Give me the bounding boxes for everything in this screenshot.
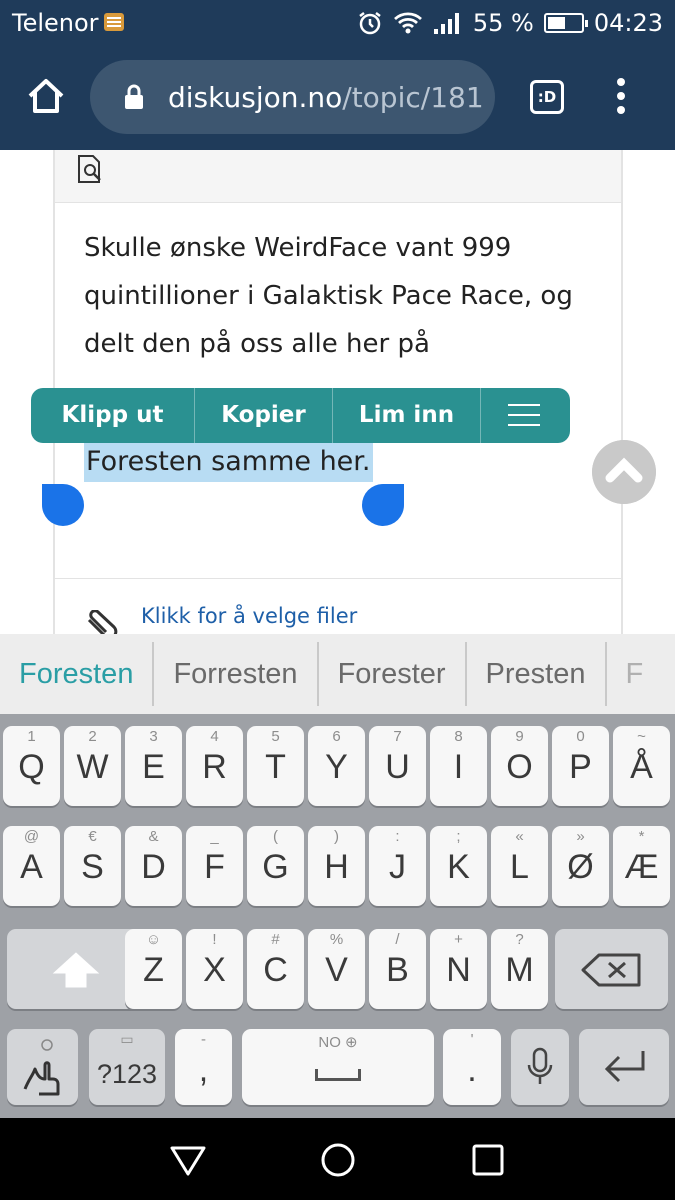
key-h[interactable]: ) H xyxy=(308,826,365,906)
preview-icon[interactable] xyxy=(77,154,103,184)
selection-handle-end[interactable] xyxy=(362,484,404,526)
space-key[interactable]: NO ⊕ xyxy=(242,1029,434,1105)
suggestion-item[interactable]: Forresten xyxy=(154,642,319,706)
key-z[interactable]: ☺ Z xyxy=(125,929,182,1009)
cut-button[interactable]: Klipp ut xyxy=(31,388,195,443)
signal-icon xyxy=(433,13,459,34)
lock-icon xyxy=(125,84,143,109)
browser-toolbar: diskusjon.no/topic/181 :D xyxy=(0,46,675,150)
key-a[interactable]: @ A xyxy=(3,826,60,906)
key-æ[interactable]: * Æ xyxy=(613,826,670,906)
suggestion-item[interactable]: Foresten xyxy=(0,642,155,706)
url-text: diskusjon.no/topic/181 xyxy=(168,81,486,114)
key-p[interactable]: 0P xyxy=(552,726,609,806)
key-e[interactable]: 3E xyxy=(125,726,182,806)
key-x[interactable]: ! X xyxy=(186,929,243,1009)
key-f[interactable]: _ F xyxy=(186,826,243,906)
editor-toolbar xyxy=(55,150,621,203)
keyboard-indicator-icon xyxy=(104,13,124,31)
scroll-top-icon[interactable] xyxy=(592,440,656,504)
wifi-icon xyxy=(393,12,422,34)
backspace-icon[interactable] xyxy=(555,929,668,1009)
status-bar: Telenor 55 % 04:23 xyxy=(0,0,675,46)
address-bar[interactable]: diskusjon.no/topic/181 xyxy=(90,60,495,134)
home-circle-icon[interactable] xyxy=(318,1140,358,1180)
home-icon[interactable] xyxy=(26,76,66,116)
paperclip-icon xyxy=(87,610,118,634)
suggestion-bar: Foresten Forresten Forester Presten F xyxy=(0,634,675,714)
key-u[interactable]: 7U xyxy=(369,726,426,806)
text-selection-menu: Klipp ut Kopier Lim inn xyxy=(31,388,570,443)
key-j[interactable]: :J xyxy=(369,826,426,906)
key-å[interactable]: ~ Å xyxy=(613,726,670,806)
choose-files-link[interactable]: Klikk for å velge filer xyxy=(141,604,357,628)
suggestion-item[interactable]: F xyxy=(607,642,663,706)
key-d[interactable]: & D xyxy=(125,826,182,906)
post-body-text[interactable]: Skulle ønske WeirdFace vant 999 quintill… xyxy=(84,224,604,368)
key-ø[interactable]: » Ø xyxy=(552,826,609,906)
clock: 04:23 xyxy=(593,9,663,37)
key-c[interactable]: # C xyxy=(247,929,304,1009)
emoji-settings-icon[interactable] xyxy=(7,1029,78,1105)
enter-icon[interactable] xyxy=(579,1029,669,1105)
key-t[interactable]: 5T xyxy=(247,726,304,806)
key-l[interactable]: «L xyxy=(491,826,548,906)
alarm-icon xyxy=(359,12,381,35)
tab-switcher-button[interactable]: :D xyxy=(530,80,564,114)
key-s[interactable]: € S xyxy=(64,826,121,906)
language-label: NO ⊕ xyxy=(318,1034,358,1051)
period-key[interactable]: ' . xyxy=(443,1029,501,1105)
recents-icon[interactable] xyxy=(468,1140,508,1180)
battery-icon xyxy=(543,13,588,33)
menu-dots-icon[interactable] xyxy=(614,78,628,118)
symbols-key[interactable]: ▭ ?123 xyxy=(89,1029,165,1105)
key-k[interactable]: ; K xyxy=(430,826,487,906)
key-w[interactable]: 2W xyxy=(64,726,121,806)
back-icon[interactable] xyxy=(168,1140,208,1180)
selection-handle-start[interactable] xyxy=(42,484,84,526)
key-r[interactable]: 4R xyxy=(186,726,243,806)
paste-button[interactable]: Lim inn xyxy=(333,388,481,443)
comma-key[interactable]: - , xyxy=(175,1029,232,1105)
carrier-name: Telenor xyxy=(12,9,99,37)
url-path: /topic/181 xyxy=(342,81,484,114)
key-b[interactable]: / B xyxy=(369,929,426,1009)
selected-text[interactable]: Foresten samme her. xyxy=(84,442,373,482)
suggestion-item[interactable]: Presten xyxy=(467,642,607,706)
battery-percent: 55 % xyxy=(472,9,534,37)
key-q[interactable]: 1Q xyxy=(3,726,60,806)
key-g[interactable]: (G xyxy=(247,826,304,906)
divider xyxy=(55,578,621,579)
on-screen-keyboard: ▭ ?123 - , NO ⊕ ' . 1Q2W3E4R5T6Y7U8I9O0P… xyxy=(0,714,675,1118)
key-o[interactable]: 9O xyxy=(491,726,548,806)
url-domain: diskusjon.no xyxy=(168,81,343,114)
mic-icon[interactable] xyxy=(511,1029,569,1105)
key-n[interactable]: + N xyxy=(430,929,487,1009)
key-i[interactable]: 8I xyxy=(430,726,487,806)
key-y[interactable]: 6Y xyxy=(308,726,365,806)
copy-button[interactable]: Kopier xyxy=(195,388,333,443)
key-v[interactable]: % V xyxy=(308,929,365,1009)
hamburger-icon[interactable] xyxy=(481,388,570,443)
key-m[interactable]: ? M xyxy=(491,929,548,1009)
navigation-bar xyxy=(0,1118,675,1200)
suggestion-item[interactable]: Forester xyxy=(319,642,467,706)
